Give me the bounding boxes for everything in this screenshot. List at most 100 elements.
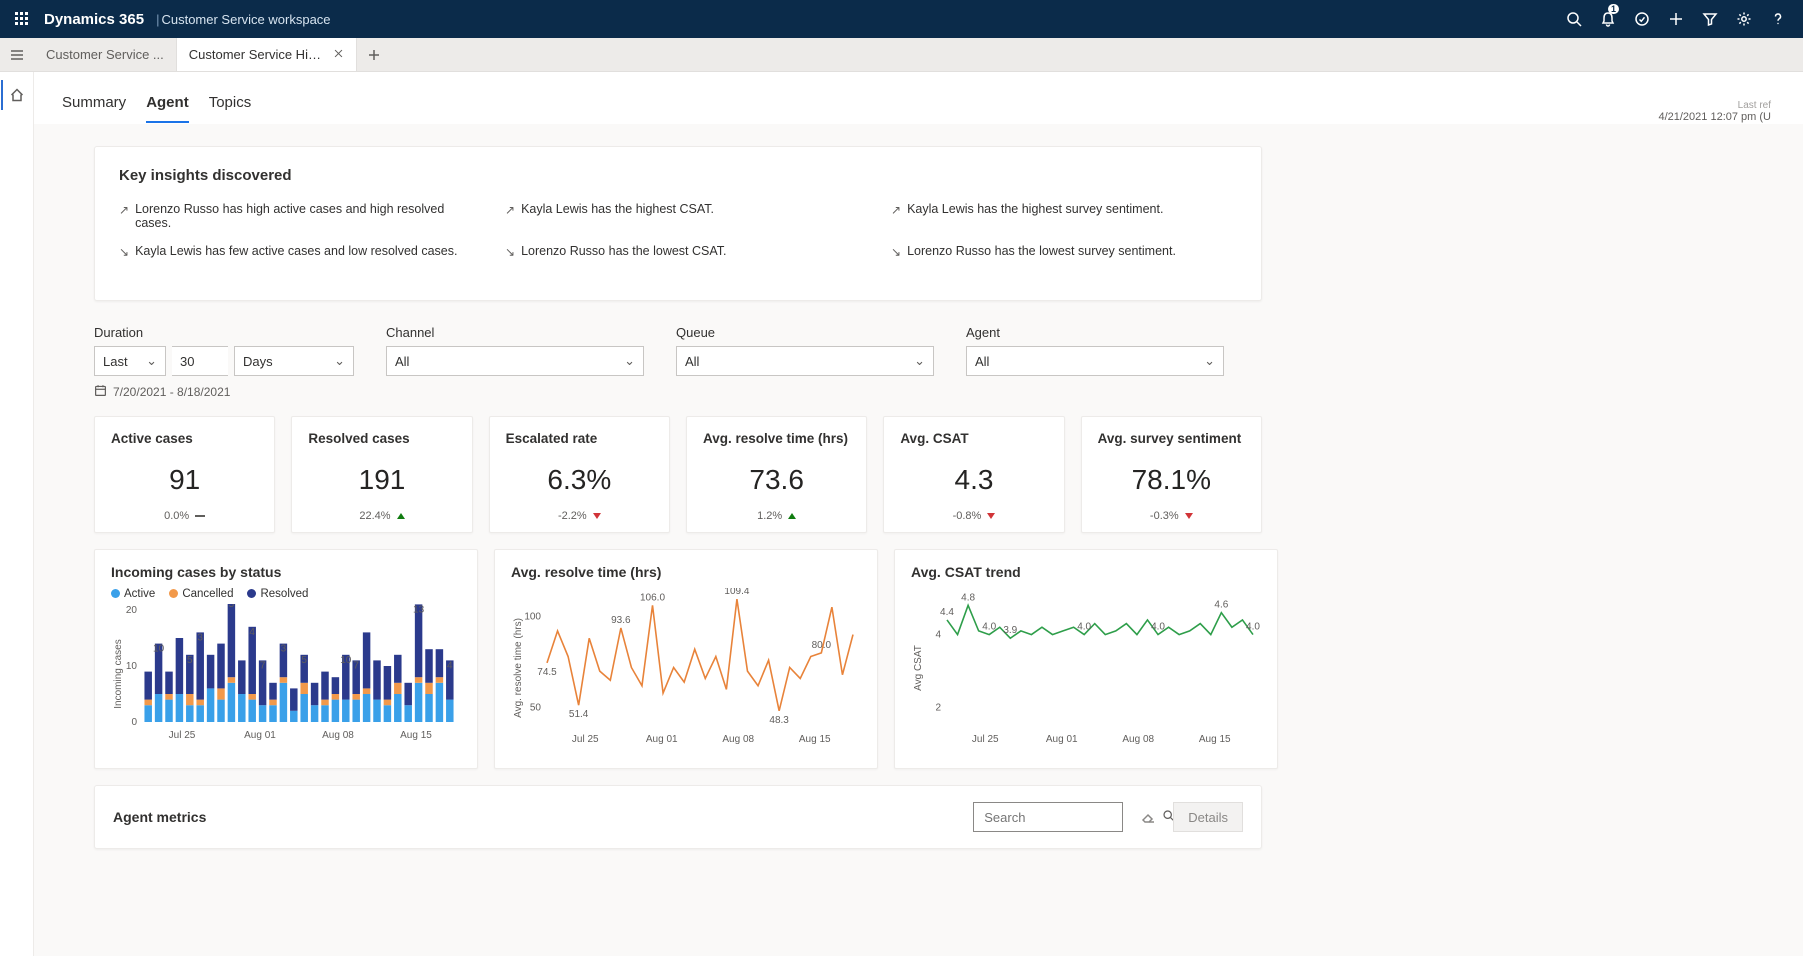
kpi-card: Avg. survey sentiment78.1%-0.3% — [1081, 416, 1262, 533]
svg-text:Jul 25: Jul 25 — [572, 734, 599, 745]
svg-text:4.0: 4.0 — [1246, 622, 1260, 633]
add-icon[interactable] — [1659, 0, 1693, 38]
svg-text:7: 7 — [353, 660, 359, 671]
channel-select[interactable]: All ⌄ — [386, 346, 644, 376]
tab-topics[interactable]: Topics — [209, 88, 252, 123]
kpi-title: Avg. survey sentiment — [1098, 431, 1245, 446]
svg-text:4.6: 4.6 — [1214, 600, 1228, 611]
chevron-down-icon: ⌄ — [914, 353, 925, 369]
svg-text:4: 4 — [447, 660, 453, 671]
svg-text:4.0: 4.0 — [1151, 622, 1165, 633]
svg-text:Jul 25: Jul 25 — [169, 730, 196, 741]
divider: | — [156, 12, 159, 27]
svg-text:7: 7 — [260, 660, 266, 671]
kpi-delta: 1.2% — [703, 510, 850, 522]
app-launcher-icon[interactable] — [8, 5, 36, 33]
kpi-value: 78.1% — [1098, 464, 1245, 496]
product-name: Dynamics 365 — [44, 11, 144, 28]
hamburger-icon[interactable] — [0, 38, 34, 71]
kpi-value: 91 — [111, 464, 258, 496]
duration-unit-select[interactable]: Days ⌄ — [234, 346, 354, 376]
duration-value-input[interactable]: 30 — [172, 346, 228, 376]
chevron-down-icon: ⌄ — [146, 353, 157, 369]
svg-text:20: 20 — [126, 605, 138, 616]
left-rail — [0, 72, 34, 956]
svg-text:Aug 08: Aug 08 — [1122, 734, 1154, 745]
kpi-row: Active cases910.0%Resolved cases19122.4%… — [94, 416, 1262, 533]
insight-item: ↗Kayla Lewis has the highest CSAT. — [505, 202, 851, 230]
svg-text:Aug 15: Aug 15 — [799, 734, 831, 745]
svg-text:Aug 01: Aug 01 — [646, 734, 678, 745]
svg-text:Aug 08: Aug 08 — [722, 734, 754, 745]
kpi-value: 191 — [308, 464, 455, 496]
tab-summary[interactable]: Summary — [62, 88, 126, 123]
settings-icon[interactable] — [1727, 0, 1761, 38]
trend-up-icon: ↗ — [505, 202, 515, 218]
svg-text:4.0: 4.0 — [982, 622, 996, 633]
assistant-icon[interactable] — [1625, 0, 1659, 38]
clear-icon[interactable] — [1133, 809, 1163, 825]
chevron-down-icon: ⌄ — [624, 353, 635, 369]
chart-legend: Active Cancelled Resolved — [111, 588, 461, 600]
svg-text:Aug 15: Aug 15 — [1199, 734, 1231, 745]
key-insights-card: Key insights discovered ↗Lorenzo Russo h… — [94, 146, 1262, 301]
trend-flat-icon — [195, 515, 205, 517]
svg-text:3: 3 — [197, 632, 203, 643]
kpi-title: Escalated rate — [506, 431, 653, 446]
details-button[interactable]: Details — [1173, 802, 1243, 832]
insight-item: ↘Lorenzo Russo has the lowest CSAT. — [505, 244, 851, 260]
insight-item: ↘Kayla Lewis has few active cases and lo… — [119, 244, 465, 260]
report-view-tabs: Summary Agent Topics — [62, 88, 251, 123]
filter-icon[interactable] — [1693, 0, 1727, 38]
chart-csat-trend: Avg. CSAT trend 24Avg CSAT4.44.84.03.94.… — [894, 549, 1278, 769]
svg-text:Incoming cases: Incoming cases — [113, 639, 124, 708]
filter-duration: Duration Last ⌄ 30 Days ⌄ — [94, 325, 354, 400]
trend-down-icon — [1185, 513, 1193, 519]
kpi-card: Resolved cases19122.4% — [291, 416, 472, 533]
global-nav-bar: Dynamics 365 | Customer Service workspac… — [0, 0, 1803, 38]
svg-text:3: 3 — [281, 644, 287, 655]
svg-text:Aug 01: Aug 01 — [244, 730, 276, 741]
kpi-delta: 22.4% — [308, 510, 455, 522]
svg-text:5: 5 — [301, 655, 307, 666]
svg-text:4: 4 — [935, 630, 941, 641]
svg-text:0: 0 — [131, 717, 137, 728]
agent-metrics-card: Agent metrics Details — [94, 785, 1262, 849]
kpi-card: Avg. CSAT4.3-0.8% — [883, 416, 1064, 533]
agent-select[interactable]: All ⌄ — [966, 346, 1224, 376]
kpi-value: 6.3% — [506, 464, 653, 496]
session-tab-1[interactable]: Customer Service Historical... — [177, 38, 357, 71]
svg-text:74.5: 74.5 — [537, 667, 557, 678]
help-icon[interactable] — [1761, 0, 1795, 38]
duration-mode-select[interactable]: Last ⌄ — [94, 346, 166, 376]
svg-text:Aug 08: Aug 08 — [322, 730, 354, 741]
svg-text:51.4: 51.4 — [569, 709, 589, 720]
tab-agent[interactable]: Agent — [146, 88, 189, 123]
svg-text:Avg. resolve time (hrs): Avg. resolve time (hrs) — [513, 618, 524, 718]
tab-label: Customer Service ... — [46, 47, 164, 62]
svg-text:109.4: 109.4 — [724, 588, 749, 597]
svg-text:2: 2 — [935, 703, 941, 714]
filter-agent: Agent All ⌄ — [966, 325, 1224, 400]
svg-text:13: 13 — [413, 604, 425, 615]
svg-text:48.3: 48.3 — [769, 715, 789, 726]
trend-down-icon: ↘ — [891, 244, 901, 260]
session-tab-0[interactable]: Customer Service ... — [34, 38, 177, 71]
svg-text:5: 5 — [229, 604, 235, 610]
kpi-card: Escalated rate6.3%-2.2% — [489, 416, 670, 533]
metrics-search[interactable] — [973, 802, 1123, 832]
trend-up-icon — [788, 513, 796, 519]
search-icon[interactable] — [1557, 0, 1591, 38]
home-icon[interactable] — [1, 80, 31, 110]
insight-item: ↗Kayla Lewis has the highest survey sent… — [891, 202, 1237, 230]
key-insights-title: Key insights discovered — [119, 167, 1237, 184]
svg-text:10: 10 — [153, 644, 165, 655]
kpi-title: Avg. resolve time (hrs) — [703, 431, 850, 446]
kpi-delta: 0.0% — [111, 510, 258, 522]
new-tab-button[interactable] — [357, 38, 391, 71]
svg-text:Jul 25: Jul 25 — [972, 734, 999, 745]
queue-select[interactable]: All ⌄ — [676, 346, 934, 376]
date-range: 7/20/2021 - 8/18/2021 — [94, 384, 354, 400]
close-icon[interactable] — [333, 47, 344, 62]
notifications-icon[interactable]: 1 — [1591, 0, 1625, 38]
